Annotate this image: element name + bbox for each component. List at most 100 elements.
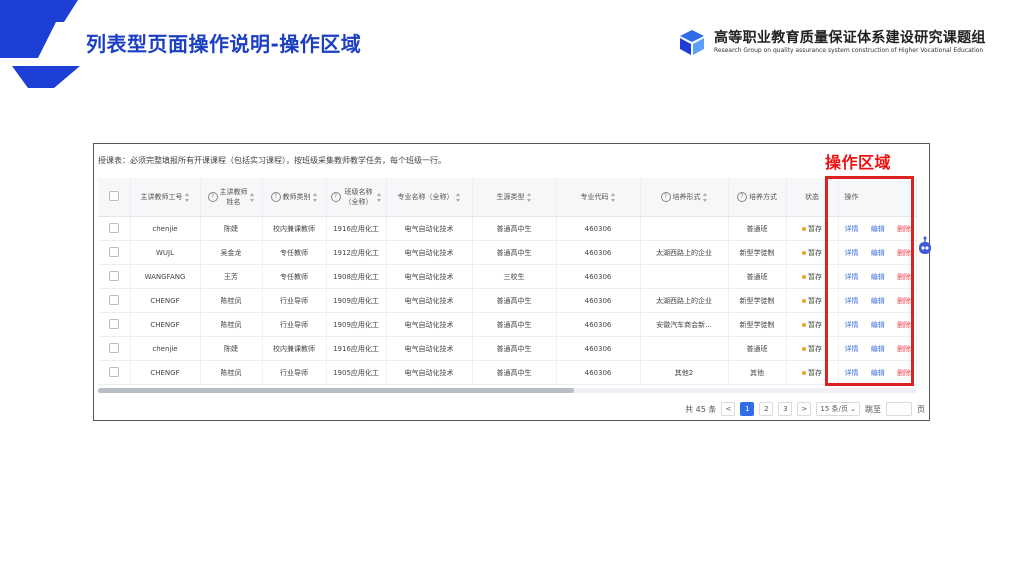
row-checkbox[interactable] [108,366,119,377]
col-teacher-type[interactable]: ? 教师类别 [262,178,327,217]
help-icon[interactable]: ? [270,192,281,202]
goto-page-input[interactable] [886,402,912,416]
operation-area-highlight [825,176,914,386]
cell-mode: 普通班 [728,336,787,361]
col-select-all[interactable] [98,178,131,217]
cell-source: 三校生 [472,264,557,289]
cell-code: 460306 [556,216,641,241]
cell-form [640,264,729,289]
cell-mode: 普通班 [728,264,787,289]
row-select-cell[interactable] [98,264,131,289]
row-checkbox[interactable] [108,246,119,257]
table-header-row: 主讲教师工号 ? 主讲教师姓名 ? 教师类别 ? 班级名称（全称） 专业名称（全称） … [98,178,917,217]
cell-name: 陈桂凤 [200,312,263,337]
horizontal-scrollbar[interactable] [98,388,916,393]
col-class-name[interactable]: ? 班级名称（全称） [326,178,387,217]
cell-id: CHENGF [130,288,201,313]
sort-icon[interactable] [702,192,708,202]
cell-name: 陈桂凤 [200,360,263,385]
cell-id: WUJL [130,240,201,265]
cell-type: 专任教师 [262,264,327,289]
cell-major: 电气自动化技术 [386,240,473,265]
row-checkbox[interactable] [108,342,119,353]
table-row[interactable]: chenjie 陈婕 校内兼课教师 1916应用化工 电气自动化技术 普通高中生 46030… [98,216,917,241]
goto-suffix: 页 [917,404,925,414]
row-select-cell[interactable] [98,216,131,241]
help-icon[interactable]: ? [660,192,671,202]
cell-type: 专任教师 [262,240,327,265]
slide-title: 列表型页面操作说明-操作区域 [86,32,362,56]
status-dot-icon [802,370,806,375]
page-button-3[interactable]: 3 [778,402,793,416]
cell-form [640,336,729,361]
cell-source: 普通高中生 [472,360,557,385]
cell-code: 460306 [556,264,641,289]
page-size-select[interactable]: 15 条/页 ⌄ [816,402,860,416]
row-select-cell[interactable] [98,360,131,385]
sort-icon[interactable] [610,192,616,202]
cell-name: 陈桂凤 [200,288,263,313]
col-training-mode[interactable]: ? 培养方式 [728,178,787,217]
prev-page-button[interactable]: < [721,402,736,416]
row-checkbox[interactable] [108,294,119,305]
row-checkbox[interactable] [108,270,119,281]
help-icon[interactable]: ? [330,192,341,202]
sort-icon[interactable] [312,192,318,202]
embedded-screenshot: 授课表：必须完整填报所有开课课程（包括实习课程），按班级采集教师教学任务，每个班… [93,143,930,421]
cell-source: 普通高中生 [472,336,557,361]
sort-icon[interactable] [455,192,461,202]
scrollbar-thumb[interactable] [98,388,574,393]
row-checkbox[interactable] [108,222,119,233]
cell-id: CHENGF [130,360,201,385]
table-row[interactable]: CHENGF 陈桂凤 行业导师 1905应用化工 电气自动化技术 普通高中生 460306 其… [98,360,917,385]
table-note: 授课表：必须完整填报所有开课课程（包括实习课程），按班级采集教师教学任务，每个班… [98,156,446,165]
cell-type: 行业导师 [262,312,327,337]
cell-form: 其他2 [640,360,729,385]
table-row[interactable]: CHENGF 陈桂凤 行业导师 1909应用化工 电气自动化技术 普通高中生 460306 安… [98,312,917,337]
next-page-button[interactable]: > [797,402,812,416]
status-dot-icon [802,250,806,255]
help-icon[interactable]: ? [737,192,747,202]
sort-icon[interactable] [184,192,190,202]
row-checkbox[interactable] [108,318,119,329]
select-all-checkbox[interactable] [108,191,119,201]
cell-form: 太湖西路上的企业 [640,240,729,265]
cell-major: 电气自动化技术 [386,312,473,337]
org-name-cn: 高等职业教育质量保证体系建设研究课题组 [714,30,986,46]
row-select-cell[interactable] [98,312,131,337]
help-icon[interactable]: ? [207,192,218,202]
org-header: 高等职业教育质量保证体系建设研究课题组 Research Group on qu… [678,26,998,60]
table-row[interactable]: chenjie 陈婕 校内兼课教师 1916应用化工 电气自动化技术 普通高中生 46030… [98,336,917,361]
col-teacher-id[interactable]: 主讲教师工号 [130,178,201,217]
cell-class: 1905应用化工 [326,360,387,385]
table-row[interactable]: WUJL 吴金龙 专任教师 1912应用化工 电气自动化技术 普通高中生 460306 太湖西… [98,240,917,265]
row-select-cell[interactable] [98,240,131,265]
col-teacher-name[interactable]: ? 主讲教师姓名 [200,178,263,217]
page-button-2[interactable]: 2 [759,402,774,416]
col-training-form[interactable]: ? 培养形式 [640,178,729,217]
table-body: chenjie 陈婕 校内兼课教师 1916应用化工 电气自动化技术 普通高中生 46030… [98,216,917,385]
status-dot-icon [802,346,806,351]
operation-area-label: 操作区域 [825,153,892,172]
col-major-code[interactable]: 专业代码 [556,178,641,217]
cell-mode: 普通班 [728,216,787,241]
row-select-cell[interactable] [98,336,131,361]
sort-icon[interactable] [249,192,255,202]
col-major-name[interactable]: 专业名称（全称） [386,178,473,217]
row-select-cell[interactable] [98,288,131,313]
col-source-type[interactable]: 生源类型 [472,178,557,217]
sort-icon[interactable] [526,192,532,202]
cell-major: 电气自动化技术 [386,264,473,289]
cell-code: 460306 [556,240,641,265]
sort-icon[interactable] [376,192,382,202]
table-row[interactable]: CHENGF 陈桂凤 行业导师 1909应用化工 电气自动化技术 普通高中生 460306 太… [98,288,917,313]
total-count: 共 45 条 [685,404,717,414]
cell-id: CHENGF [130,312,201,337]
page-button-1[interactable]: 1 [740,402,755,416]
table-row[interactable]: WANGFANG 王芳 专任教师 1908应用化工 电气自动化技术 三校生 460306 普通… [98,264,917,289]
cell-mode: 新型学徒制 [728,240,787,265]
chevron-down-icon: ⌄ [850,405,856,413]
assistant-robot-icon[interactable] [916,236,932,264]
cell-form: 安徽汽车商会新... [640,312,729,337]
goto-label: 跳至 [865,404,881,414]
